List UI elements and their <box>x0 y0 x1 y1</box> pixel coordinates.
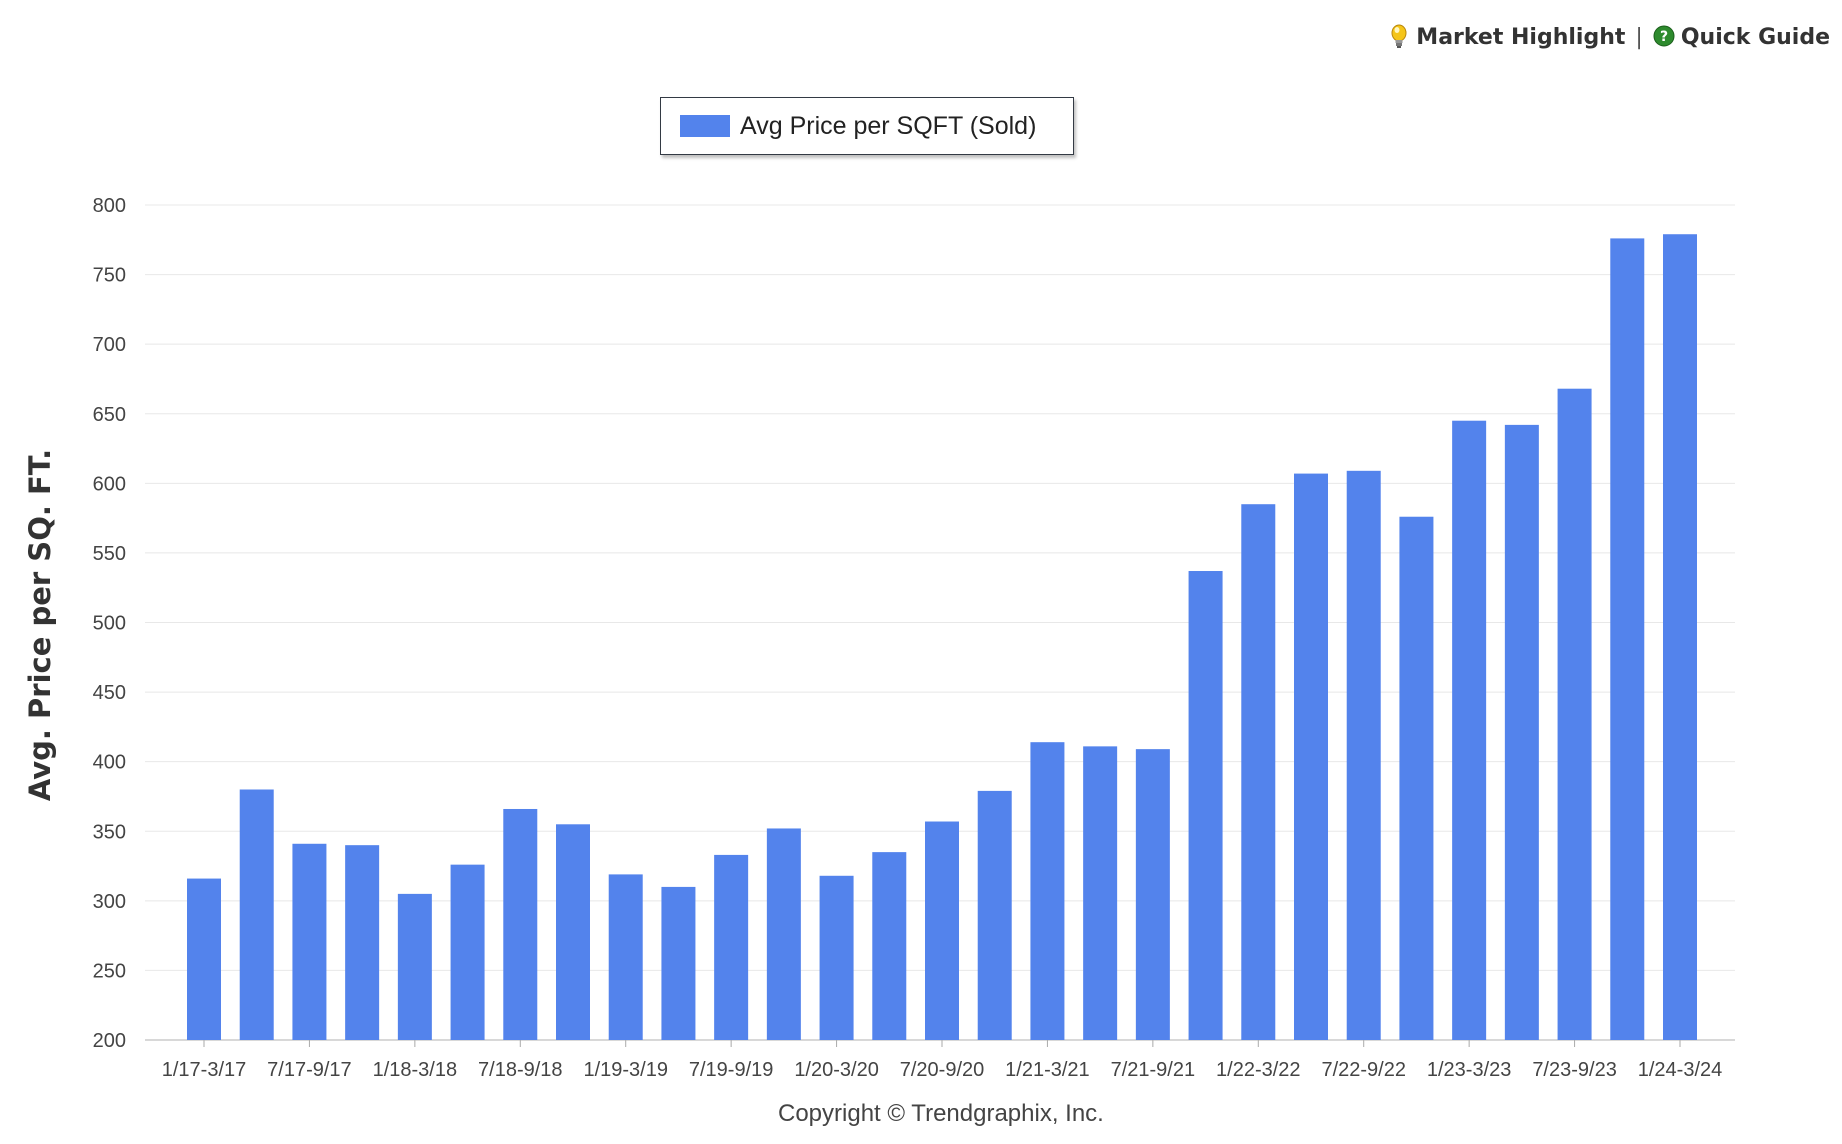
bar[interactable] <box>1610 238 1645 1040</box>
bar[interactable] <box>1399 516 1434 1040</box>
x-tick-label: 7/21-9/21 <box>1111 1059 1196 1081</box>
bar[interactable] <box>925 821 959 1040</box>
bar[interactable] <box>1241 504 1276 1040</box>
y-tick-label: 700 <box>93 334 126 356</box>
y-tick-label: 650 <box>93 404 126 426</box>
bar[interactable] <box>714 854 749 1040</box>
y-tick-label: 450 <box>93 682 126 704</box>
x-tick-label: 1/18-3/18 <box>373 1059 458 1081</box>
bar[interactable] <box>1663 234 1697 1041</box>
bar[interactable] <box>819 875 854 1040</box>
bar[interactable] <box>450 864 485 1040</box>
bar[interactable] <box>292 843 327 1040</box>
bar[interactable] <box>239 789 274 1041</box>
x-tick-label: 1/20-3/20 <box>794 1059 879 1081</box>
bar[interactable] <box>556 824 590 1040</box>
bars <box>187 234 1697 1041</box>
bar[interactable] <box>1294 473 1328 1040</box>
y-tick-label: 500 <box>93 613 126 635</box>
x-tick-label: 1/21-3/21 <box>1005 1059 1090 1081</box>
x-tick-label: 7/19-9/19 <box>689 1059 774 1081</box>
y-tick-label: 350 <box>93 821 126 843</box>
bar[interactable] <box>345 845 380 1040</box>
y-tick-label: 200 <box>93 1030 126 1052</box>
x-tick-label: 1/17-3/17 <box>162 1059 247 1081</box>
y-tick-label: 750 <box>93 265 126 287</box>
x-tick-label: 7/17-9/17 <box>267 1059 352 1081</box>
x-tick-label: 1/23-3/23 <box>1427 1059 1512 1081</box>
bar[interactable] <box>977 790 1012 1040</box>
bar[interactable] <box>1452 420 1487 1040</box>
bar[interactable] <box>1135 749 1170 1040</box>
bar[interactable] <box>661 886 696 1040</box>
y-tick-labels: 200 250 300 350 400 450 500 550 600 650 700 750 800 <box>93 195 126 1052</box>
x-tick-label: 7/20-9/20 <box>900 1059 985 1081</box>
axes <box>145 1039 1735 1047</box>
copyright-text: Copyright © Trendgraphix, Inc. <box>778 1100 1104 1127</box>
bar[interactable] <box>1083 746 1118 1040</box>
x-tick-label: 1/22-3/22 <box>1216 1059 1301 1081</box>
x-tick-labels: 1/17-3/17 7/17-9/17 1/18-3/18 7/18-9/18 1/19… <box>162 1059 1723 1081</box>
x-tick-label: 7/23-9/23 <box>1532 1059 1617 1081</box>
bar[interactable] <box>1504 424 1539 1041</box>
x-tick-label: 7/22-9/22 <box>1321 1059 1406 1081</box>
x-tick-label: 1/19-3/19 <box>583 1059 668 1081</box>
y-tick-label: 800 <box>93 195 126 217</box>
bar[interactable] <box>1188 571 1223 1040</box>
y-tick-label: 600 <box>93 473 126 495</box>
bar[interactable] <box>766 828 801 1040</box>
bar[interactable] <box>1030 742 1065 1040</box>
y-tick-label: 250 <box>93 960 126 982</box>
bar[interactable] <box>608 874 643 1040</box>
bar-chart: 200250300350400450500550600650700750800 … <box>23 195 1735 1081</box>
bar[interactable] <box>503 808 538 1040</box>
y-tick-label: 400 <box>93 752 126 774</box>
bar[interactable] <box>872 852 907 1040</box>
bar[interactable] <box>1346 470 1381 1040</box>
bar[interactable] <box>397 893 432 1040</box>
y-tick-label: 550 <box>93 543 126 565</box>
bar[interactable] <box>187 878 221 1040</box>
bar[interactable] <box>1557 388 1592 1040</box>
x-tick-label: 7/18-9/18 <box>478 1059 563 1081</box>
x-tick-label: 1/24-3/24 <box>1638 1059 1723 1081</box>
y-axis-label: Avg. Price per SQ. FT. <box>23 449 57 801</box>
y-tick-label: 300 <box>93 891 126 913</box>
